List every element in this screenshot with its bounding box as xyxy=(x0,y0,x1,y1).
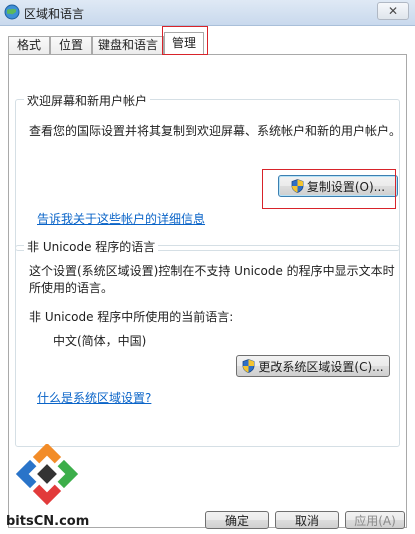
close-icon: ✕ xyxy=(387,4,399,18)
bitscn-logo-icon xyxy=(15,444,79,506)
window-title: 区域和语言 xyxy=(24,7,85,21)
tab-location[interactable]: 位置 xyxy=(50,36,92,54)
current-language-label: 非 Unicode 程序中所使用的当前语言: xyxy=(29,310,234,324)
change-system-locale-button[interactable]: 更改系统区域设置(C)... xyxy=(236,355,390,377)
non-unicode-description: 这个设置(系统区域设置)控制在不支持 Unicode 的程序中显示文本时所使用的… xyxy=(29,264,395,295)
bitscn-watermark-text: bitsCN.com xyxy=(6,514,90,529)
tab-formats[interactable]: 格式 xyxy=(8,36,50,54)
apply-label: 应用(A) xyxy=(354,513,396,528)
copy-settings-button[interactable]: 复制设置(O)... xyxy=(278,175,398,197)
window-titlebar: 区域和语言 ✕ xyxy=(0,0,415,26)
ok-button[interactable]: 确定 xyxy=(205,511,269,529)
system-locale-help-link[interactable]: 什么是系统区域设置? xyxy=(37,389,151,406)
tab-administrative[interactable]: 管理 xyxy=(164,32,204,55)
current-language-value: 中文(简体，中国) xyxy=(53,334,147,348)
close-button[interactable]: ✕ xyxy=(377,2,409,20)
welcome-group-title: 欢迎屏幕和新用户帐户 xyxy=(24,92,151,109)
globe-icon xyxy=(4,4,20,20)
non-unicode-group-title: 非 Unicode 程序的语言 xyxy=(24,238,159,255)
accounts-info-link[interactable]: 告诉我关于这些帐户的详细信息 xyxy=(37,210,205,227)
uac-shield-icon xyxy=(291,179,304,193)
cancel-button[interactable]: 取消 xyxy=(275,511,339,529)
uac-shield-icon xyxy=(243,359,255,373)
tab-keyboards[interactable]: 键盘和语言 xyxy=(92,36,164,54)
welcome-description: 查看您的国际设置并将其复制到欢迎屏幕、系统帐户和新的用户帐户。 xyxy=(29,124,402,138)
cancel-label: 取消 xyxy=(294,513,319,528)
apply-button[interactable]: 应用(A) xyxy=(345,511,405,529)
copy-settings-label: 复制设置(O)... xyxy=(306,179,386,194)
ok-label: 确定 xyxy=(224,513,249,528)
change-system-locale-label: 更改系统区域设置(C)... xyxy=(258,359,384,374)
